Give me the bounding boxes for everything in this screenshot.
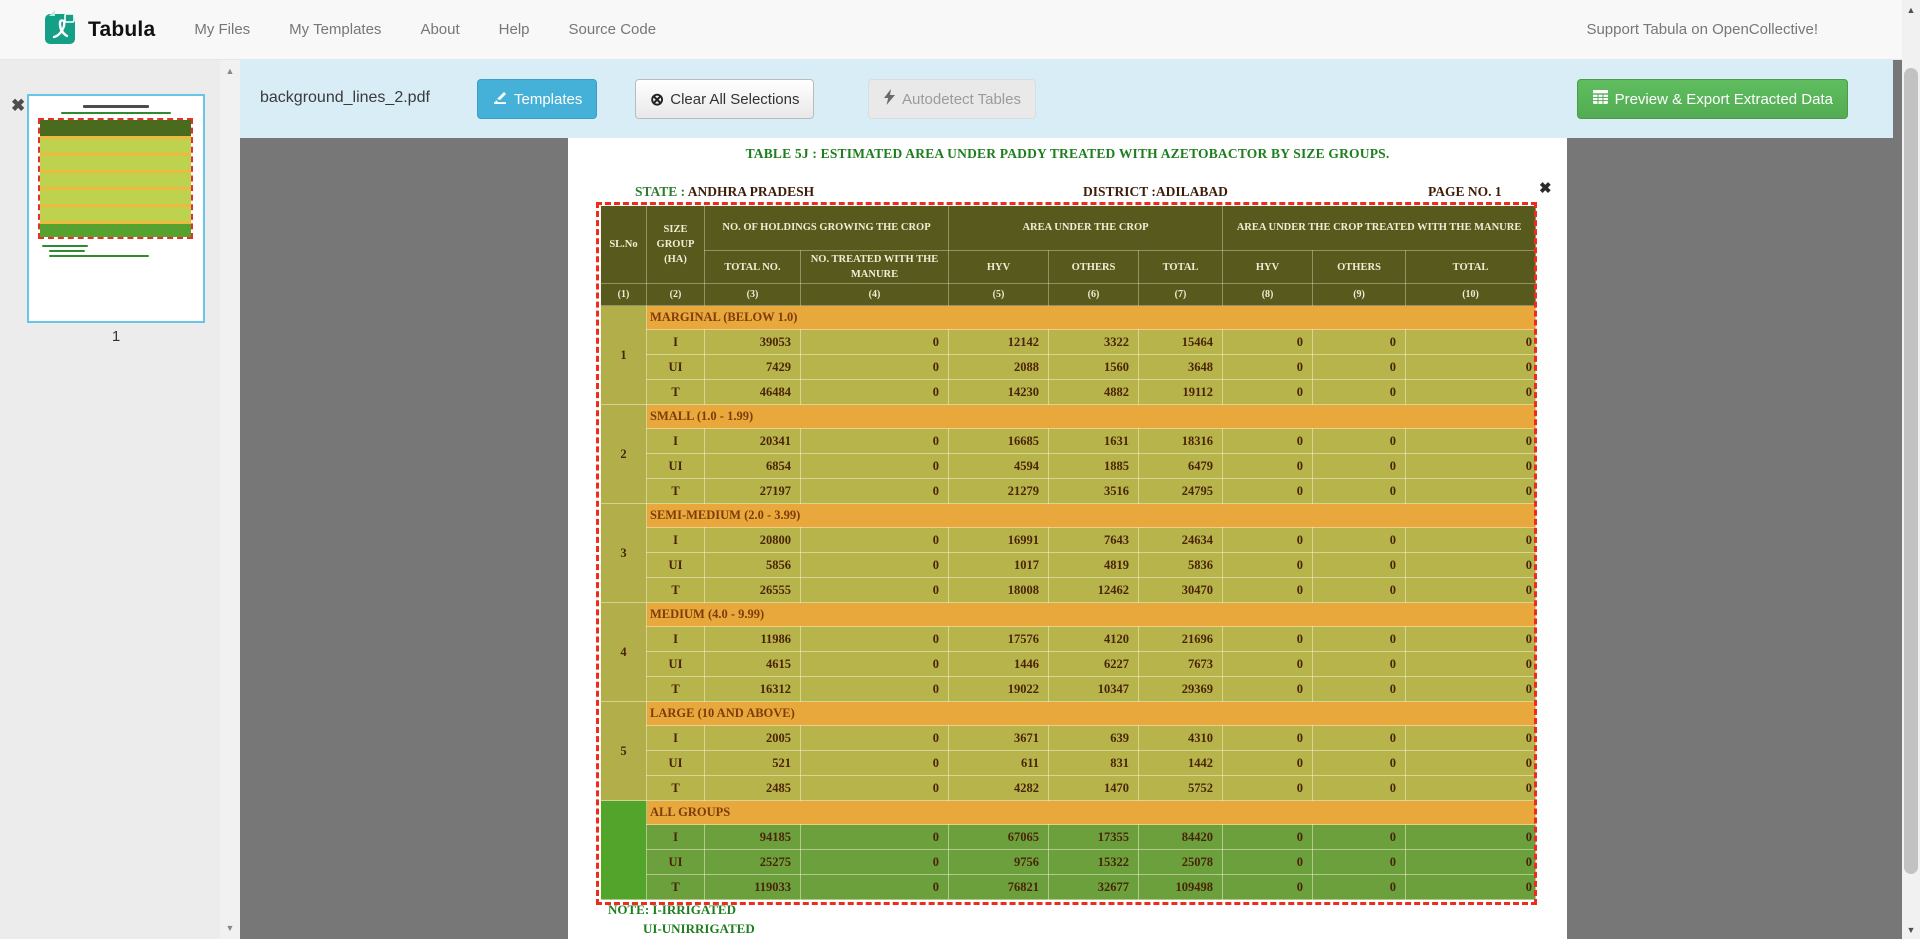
scrollbar-down-icon[interactable]: ▼ (1902, 925, 1920, 935)
remove-page-icon[interactable]: ✖ (11, 96, 25, 116)
document-title: TABLE 5J : ESTIMATED AREA UNDER PADDY TR… (568, 146, 1567, 162)
clear-all-selections-button[interactable]: ⊗ Clear All Selections (635, 79, 814, 119)
spreadsheet-icon (1592, 89, 1615, 109)
nav-item-source-code[interactable]: Source Code (569, 21, 657, 38)
thumb-note-line (49, 250, 85, 252)
nav-item-my-templates[interactable]: My Templates (289, 21, 381, 38)
scrollbar-up-icon[interactable]: ▲ (1902, 5, 1920, 15)
nav-item-about[interactable]: About (420, 21, 459, 38)
state-heading: STATE : ANDHRA PRADESH (635, 184, 814, 200)
autodetect-label: Autodetect Tables (902, 91, 1021, 108)
nav-links: My Files My Templates About Help Source … (155, 21, 656, 38)
tabula-logo-icon (45, 10, 79, 49)
thumb-note-line (42, 245, 88, 247)
thumb-note-line (49, 255, 149, 257)
page-no-heading: PAGE NO. 1 (1428, 184, 1502, 200)
sidebar-scrollbar[interactable]: ▲ ▼ (220, 60, 240, 939)
nav-item-my-files[interactable]: My Files (194, 21, 250, 38)
pdf-page[interactable]: TABLE 5J : ESTIMATED AREA UNDER PADDY TR… (568, 138, 1567, 939)
tabula-app: Tabula My Files My Templates About Help … (0, 0, 1920, 939)
note-irrigated: NOTE: I-IRRIGATED (608, 902, 736, 918)
thumbnail-table-preview (40, 120, 191, 237)
thumb-title-line (83, 105, 149, 108)
browser-scrollbar-top[interactable]: ▲ (1902, 0, 1920, 60)
scroll-up-icon[interactable]: ▲ (220, 66, 240, 76)
thumb-subtitle-line (61, 112, 171, 114)
district-heading: DISTRICT :ADILABAD (1083, 184, 1228, 200)
templates-icon (492, 89, 514, 109)
thumbnail-sidebar: ✖ 1 (0, 60, 220, 939)
support-link[interactable]: Support Tabula on OpenCollective! (1586, 21, 1818, 38)
lightning-icon (883, 89, 902, 109)
page-thumbnail[interactable] (27, 94, 205, 323)
clear-selections-label: Clear All Selections (670, 91, 799, 108)
note-unirrigated: UI-UNIRRIGATED (643, 921, 755, 937)
export-label: Preview & Export Extracted Data (1615, 91, 1833, 108)
browser-scrollbar[interactable]: ▼ (1902, 60, 1920, 939)
navbar: Tabula My Files My Templates About Help … (0, 0, 1902, 60)
templates-button[interactable]: Templates (477, 79, 597, 119)
remove-selection-icon[interactable]: ✖ (1539, 182, 1552, 197)
scroll-down-icon[interactable]: ▼ (220, 923, 240, 933)
nav-item-help[interactable]: Help (499, 21, 530, 38)
clear-selections-icon: ⊗ (650, 91, 664, 108)
pdf-filename: background_lines_2.pdf (260, 89, 430, 107)
pdf-viewer: TABLE 5J : ESTIMATED AREA UNDER PADDY TR… (240, 138, 1902, 939)
page-number-label: 1 (27, 328, 205, 345)
main-area: background_lines_2.pdf Templates ⊗ Clear… (240, 60, 1902, 939)
brand-title: Tabula (88, 18, 155, 42)
toolbar: background_lines_2.pdf Templates ⊗ Clear… (240, 60, 1893, 138)
app-body: ✖ 1 ▲ ▼ background_lines_ (0, 60, 1920, 939)
templates-label: Templates (514, 91, 582, 108)
brand[interactable]: Tabula (45, 10, 155, 49)
selection-box[interactable] (596, 202, 1537, 905)
preview-export-button[interactable]: Preview & Export Extracted Data (1577, 79, 1848, 119)
scrollbar-thumb[interactable] (1904, 68, 1918, 874)
autodetect-tables-button[interactable]: Autodetect Tables (868, 79, 1036, 119)
